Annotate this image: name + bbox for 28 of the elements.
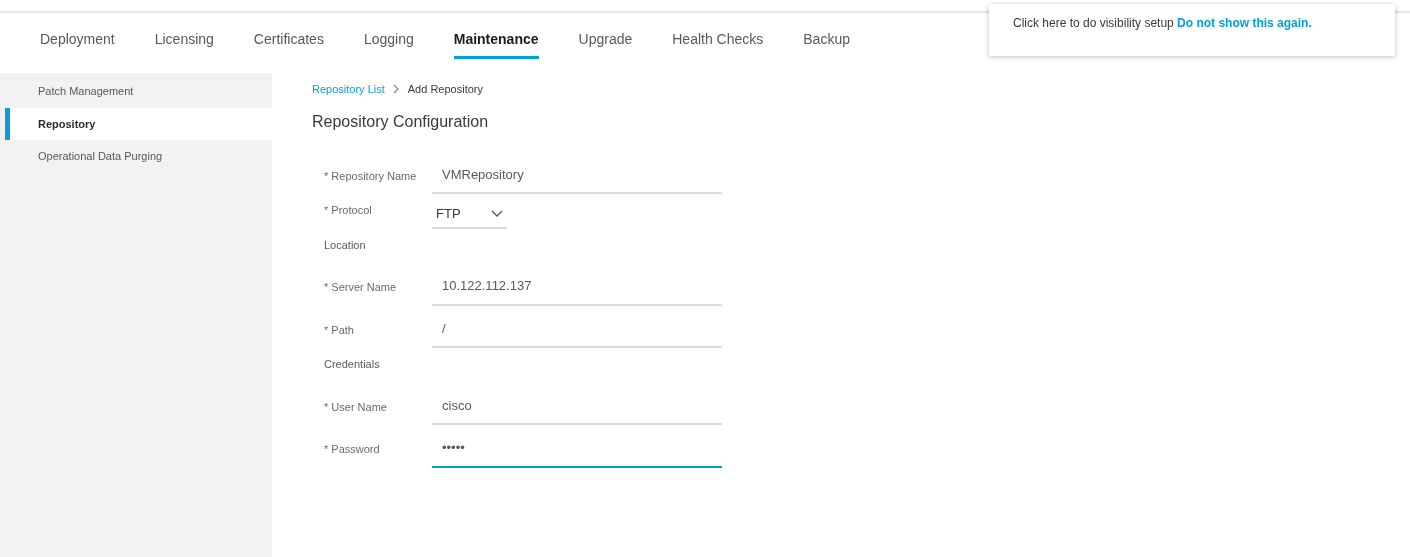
protocol-dropdown[interactable]: FTP — [432, 204, 507, 229]
tab[interactable]: Health Checks — [672, 13, 764, 59]
tab[interactable]: Logging — [363, 13, 414, 59]
notice-text: Click here to do visibility setup — [1013, 16, 1174, 30]
field-label: * Repository Name — [323, 168, 418, 184]
field-label: * Password — [323, 442, 381, 457]
field-label: * User Name — [323, 399, 388, 415]
tab[interactable]: Maintenance — [453, 13, 539, 59]
input-field[interactable]: VMRepository — [432, 159, 722, 194]
field-label: * Server Name — [323, 280, 398, 295]
page-heading: Repository Configuration — [312, 111, 490, 132]
input-field[interactable]: 10.122.112.137 — [432, 271, 722, 306]
chevron-right-icon — [392, 84, 400, 95]
sidebar-item[interactable]: Patch Management — [5, 75, 277, 108]
tab[interactable]: Backup — [803, 13, 850, 59]
chevron-down-icon — [491, 209, 503, 218]
input-field[interactable]: cisco — [432, 390, 722, 425]
sidebar-item[interactable]: Operational Data Purging — [5, 140, 277, 173]
field-label: * Protocol — [323, 203, 373, 218]
tab[interactable]: Certificates — [253, 13, 324, 59]
breadcrumb-current: Add Repository — [407, 82, 483, 97]
section-label: Location — [323, 237, 367, 253]
tab[interactable]: Licensing — [154, 13, 214, 59]
tab[interactable]: Deployment — [40, 13, 115, 59]
input-field[interactable]: / — [432, 313, 722, 348]
tab[interactable]: Upgrade — [578, 13, 633, 59]
section-label: Credentials — [323, 357, 381, 372]
field-label: * Path — [323, 322, 355, 338]
